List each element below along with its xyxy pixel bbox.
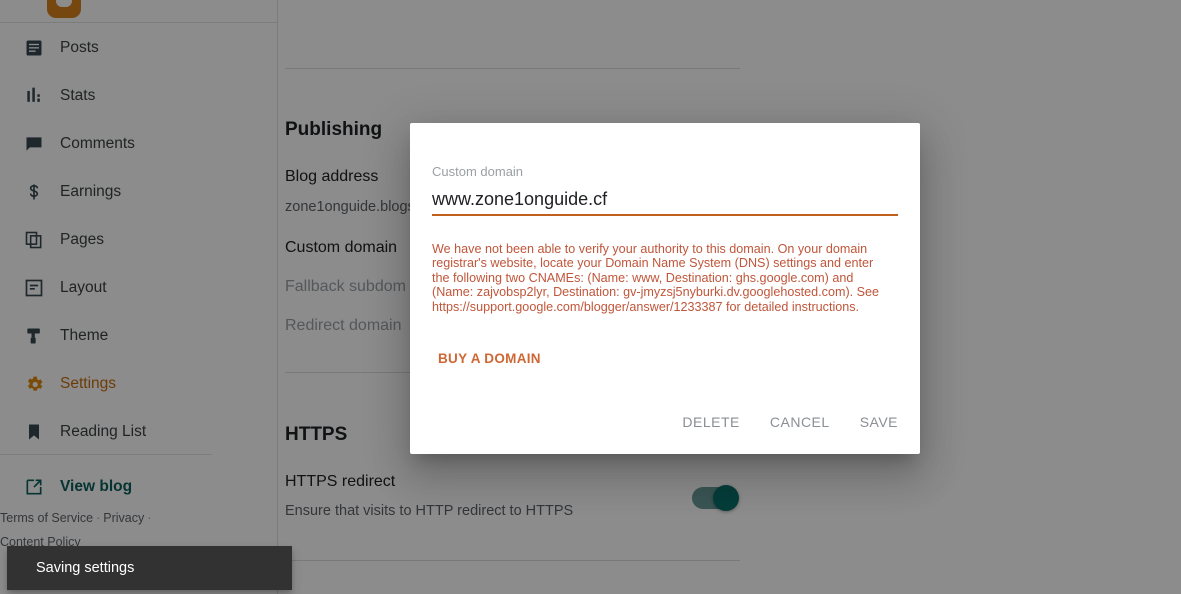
- delete-button[interactable]: DELETE: [670, 405, 751, 439]
- custom-domain-dialog: Custom domain We have not been able to v…: [410, 123, 920, 454]
- save-button[interactable]: SAVE: [848, 405, 910, 439]
- dialog-actions: DELETE CANCEL SAVE: [670, 405, 910, 439]
- custom-domain-input-underline: [432, 214, 898, 216]
- cancel-button[interactable]: CANCEL: [758, 405, 842, 439]
- custom-domain-field-label: Custom domain: [432, 164, 524, 179]
- buy-a-domain-link[interactable]: BUY A DOMAIN: [430, 343, 549, 374]
- toast-message: Saving settings: [36, 560, 135, 576]
- custom-domain-input[interactable]: [432, 183, 898, 215]
- domain-verification-error: We have not been able to verify your aut…: [432, 242, 880, 314]
- blogger-settings-screen: Posts Stats Comments Earnings Pages Layo…: [0, 0, 1181, 594]
- saving-settings-toast: Saving settings: [7, 546, 292, 590]
